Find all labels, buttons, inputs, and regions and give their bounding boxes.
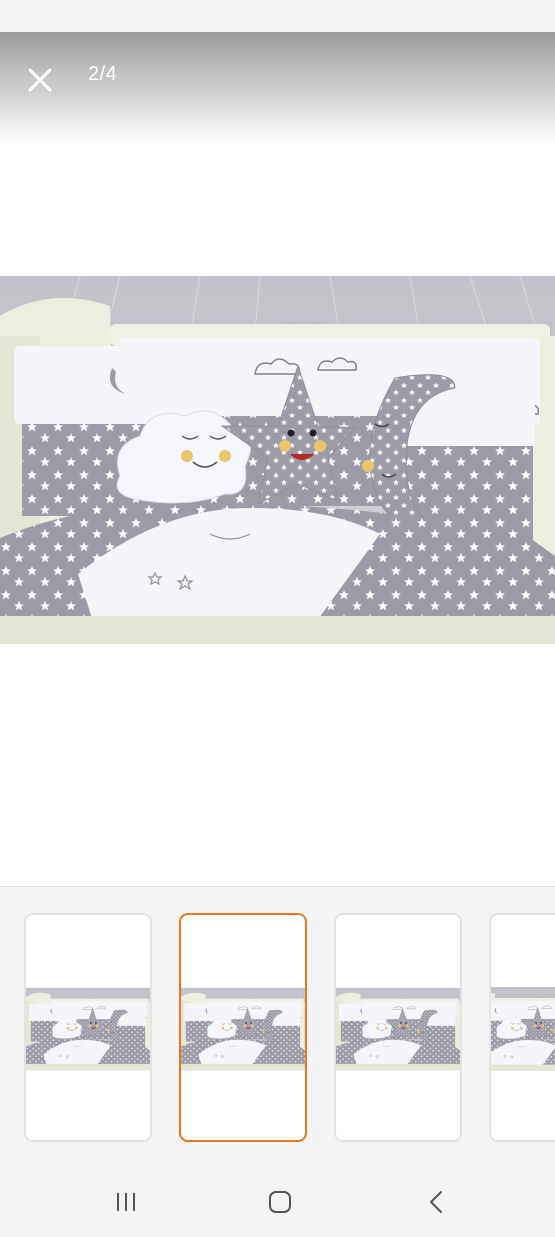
thumbnail-image [26,987,150,1071]
thumbnail-1[interactable] [24,913,152,1142]
thumbnail-image [336,987,460,1071]
thumbnail-3[interactable] [334,913,462,1142]
thumbnail-image [181,987,305,1071]
image-counter: 2/4 [88,63,118,85]
back-button[interactable] [416,1186,456,1218]
back-icon [430,1191,442,1213]
close-button[interactable] [20,60,60,100]
home-icon [269,1191,291,1213]
recent-apps-button[interactable] [106,1186,146,1218]
main-product-image[interactable] [0,276,555,644]
close-icon [28,68,52,92]
thumbnail-image [491,987,555,1071]
home-button[interactable] [260,1186,300,1218]
thumbnail-4[interactable] [489,913,555,1142]
recent-apps-icon [117,1193,135,1211]
viewer-toolbar: 2/4 [0,32,555,144]
crib-bedding-photo [0,276,555,644]
status-bar [0,0,555,32]
navigation-bar [0,1166,555,1237]
thumbnail-2-selected[interactable] [179,913,307,1142]
thumbnail-strip[interactable] [0,886,555,1167]
